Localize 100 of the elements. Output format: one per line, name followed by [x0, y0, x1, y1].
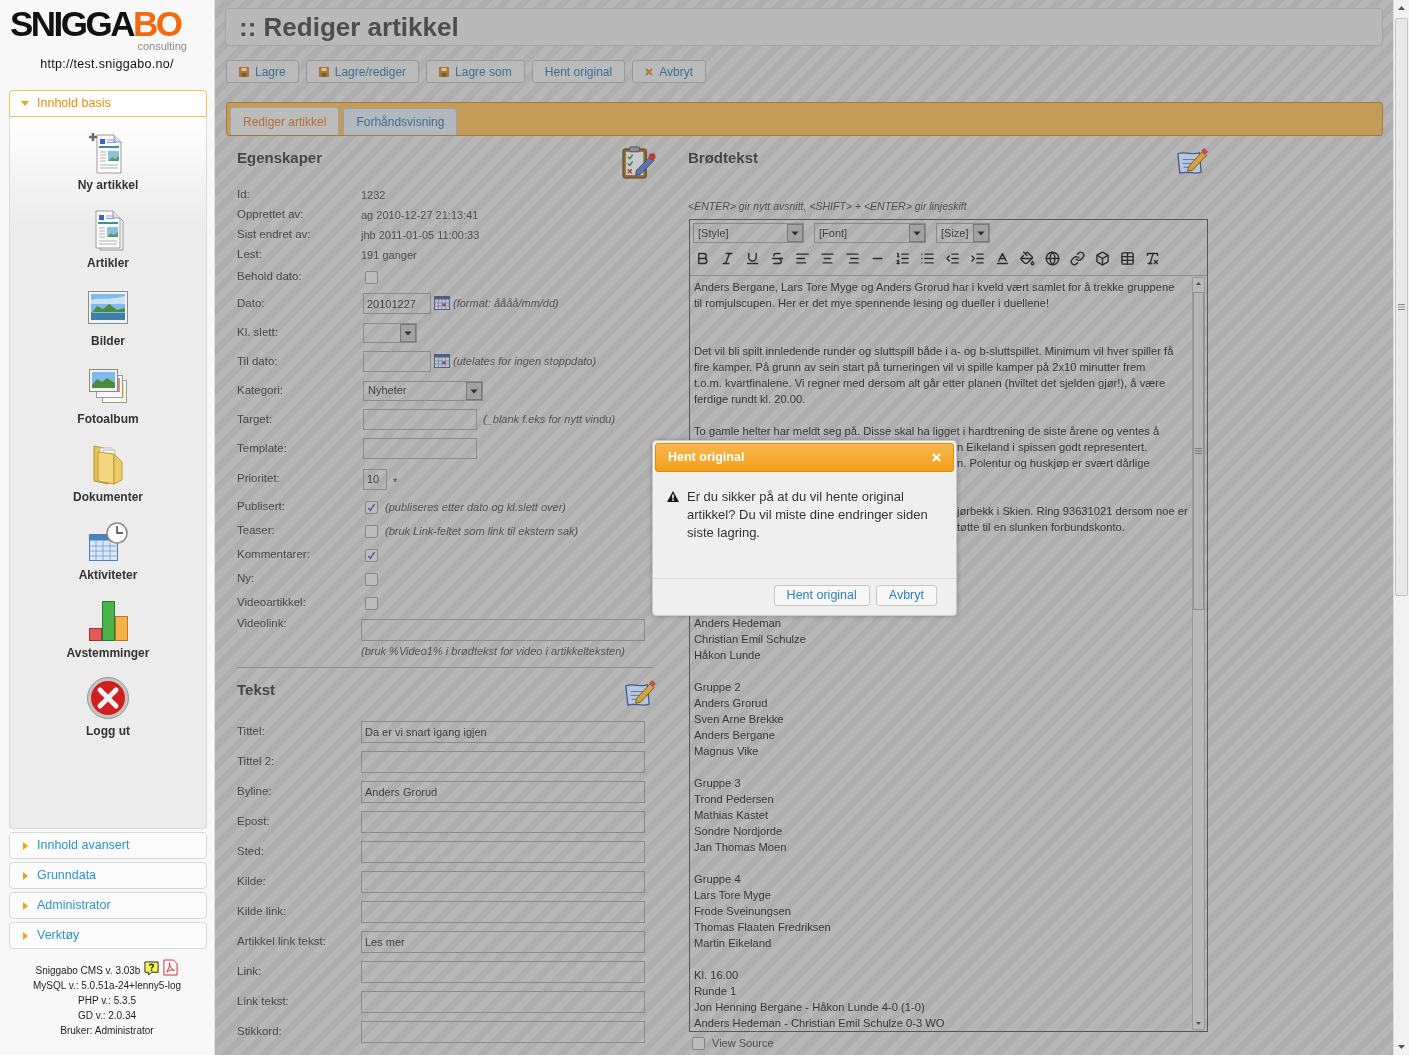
- body-paragraph: To gamle helter har meldt seg på. Disse skal ha ligget i hardtrening de siste årene og ventes å: [694, 424, 1161, 439]
- checkbox[interactable]: [365, 524, 378, 538]
- accordion-header[interactable]: Administrator: [9, 892, 207, 919]
- text-field[interactable]: Anders Grorud: [361, 781, 645, 803]
- indent-icon[interactable]: [970, 251, 985, 266]
- text-color-icon[interactable]: [995, 251, 1010, 266]
- text-field[interactable]: [363, 438, 477, 459]
- scrollbar-thumb[interactable]: [1193, 292, 1204, 610]
- bullet-list-icon[interactable]: [920, 251, 935, 266]
- menu-item[interactable]: Bilder: [86, 286, 130, 364]
- help-icon[interactable]: [144, 961, 160, 976]
- underline-icon[interactable]: [745, 251, 760, 266]
- globe-icon[interactable]: [1045, 251, 1060, 266]
- text-field[interactable]: [361, 619, 645, 641]
- text-field[interactable]: Da er vi snart igang igjen: [361, 721, 645, 743]
- site-url[interactable]: http://test.sniggabo.no/: [40, 56, 174, 72]
- editor-scrollbar[interactable]: [1192, 277, 1205, 1030]
- accordion-header[interactable]: Grunndata: [9, 862, 207, 889]
- action-button[interactable]: Lagre: [226, 60, 299, 83]
- action-button[interactable]: Avbryt: [632, 60, 706, 83]
- text-field[interactable]: [361, 991, 645, 1013]
- body-paragraph: jørbekk i Skien. Ring 93631021 dersom noe er tøtte til en slunken forbundskonto.: [957, 504, 1188, 535]
- font-dropdown[interactable]: [Font]: [814, 223, 926, 243]
- checkbox[interactable]: [365, 572, 378, 586]
- text-field[interactable]: [361, 901, 645, 923]
- close-icon[interactable]: [932, 453, 941, 462]
- menu-item[interactable]: Fotoalbum: [77, 364, 139, 442]
- field-hint: (_blank f.eks for nytt vindu): [483, 412, 616, 428]
- checkbox[interactable]: [365, 500, 378, 514]
- dialog-button[interactable]: Hent original: [773, 585, 870, 606]
- time-dropdown[interactable]: [363, 322, 417, 343]
- text-field[interactable]: Les mer: [361, 931, 645, 953]
- field-label: Kilde:: [237, 874, 267, 890]
- save-icon: [318, 66, 329, 77]
- accordion-header[interactable]: Innhold avansert: [9, 832, 207, 859]
- date-field[interactable]: 20101227: [363, 293, 431, 314]
- italic-icon[interactable]: [720, 251, 735, 266]
- align-right-icon[interactable]: [845, 251, 860, 266]
- body-paragraph: n Eikeland i spissen godt representert. n. Polentur og huskjøp er svært dårlige: [957, 440, 1151, 471]
- field-label: Epost:: [237, 814, 271, 830]
- editor-hint: <ENTER> gir nytt avsnitt, <SHIFT> + <ENTER> gir linjeskift: [688, 199, 968, 214]
- field-label: Opprettet av:: [237, 207, 305, 223]
- text-field[interactable]: [361, 841, 645, 863]
- numbered-list-icon[interactable]: [895, 251, 910, 266]
- cube-icon[interactable]: [1095, 251, 1110, 266]
- field-label: Publisert:: [237, 499, 286, 515]
- checkbox[interactable]: [692, 1036, 705, 1050]
- calendar-icon[interactable]: [434, 296, 450, 310]
- scrollbar-thumb[interactable]: [1395, 18, 1408, 596]
- tab[interactable]: Forhåndsvisning: [343, 108, 458, 135]
- size-dropdown[interactable]: [Size]: [936, 223, 990, 243]
- field-label: Link tekst:: [237, 994, 290, 1010]
- grip-icon: [1398, 304, 1405, 310]
- field-label: Til dato:: [237, 353, 279, 369]
- action-button[interactable]: Lagre som: [426, 60, 525, 83]
- required-mark: *: [393, 475, 398, 491]
- field-label: Tittel 2:: [237, 754, 276, 770]
- strikethrough-icon[interactable]: [770, 251, 785, 266]
- remove-format-icon[interactable]: [1145, 251, 1160, 266]
- text-field[interactable]: [361, 1021, 645, 1043]
- text-field[interactable]: [361, 751, 645, 773]
- menu-item[interactable]: Aktiviteter: [78, 520, 138, 598]
- accordion-header[interactable]: Verktøy: [9, 922, 207, 949]
- paint-bucket-icon[interactable]: [1020, 251, 1035, 266]
- menu-item[interactable]: Artikler: [86, 208, 130, 286]
- pdf-document-icon[interactable]: [163, 959, 179, 976]
- checkbox[interactable]: [365, 270, 378, 284]
- checkbox[interactable]: [365, 596, 378, 610]
- category-dropdown[interactable]: Nyheter: [363, 380, 483, 401]
- link-icon[interactable]: [1070, 251, 1085, 266]
- caret-right-icon: [23, 931, 28, 940]
- clipboard-icon[interactable]: [621, 145, 656, 180]
- calendar-icon[interactable]: [434, 354, 450, 368]
- dialog-button[interactable]: Avbryt: [875, 585, 937, 606]
- page-scrollbar[interactable]: [1393, 0, 1409, 1055]
- checkbox-label: View Source: [712, 1036, 774, 1051]
- menu-item[interactable]: Ny artikkel: [77, 130, 139, 208]
- text-field[interactable]: [361, 871, 645, 893]
- outdent-icon[interactable]: [945, 251, 960, 266]
- text-field[interactable]: [361, 961, 645, 983]
- align-left-icon[interactable]: [795, 251, 810, 266]
- action-button[interactable]: Lagre/rediger: [305, 60, 420, 83]
- field-label: Teaser:: [237, 523, 276, 539]
- field-hint: (bruk Link-feltet som link til ekstern sak): [385, 523, 579, 539]
- priority-field[interactable]: 10: [363, 468, 387, 490]
- bold-icon[interactable]: [695, 251, 710, 266]
- style-dropdown[interactable]: [Style]: [693, 223, 804, 243]
- checkbox[interactable]: [365, 548, 378, 562]
- text-field[interactable]: [361, 811, 645, 833]
- align-center-icon[interactable]: [820, 251, 835, 266]
- menu-item[interactable]: Logg ut: [86, 676, 130, 754]
- table-icon[interactable]: [1120, 251, 1135, 266]
- menu-item[interactable]: Dokumenter: [73, 442, 143, 520]
- menu-item[interactable]: Avstemminger: [66, 598, 150, 676]
- action-button[interactable]: Hent original: [531, 60, 626, 83]
- accordion-header[interactable]: Innhold basis: [9, 90, 207, 117]
- text-field[interactable]: [363, 409, 477, 430]
- field-label: Videolink:: [237, 616, 288, 631]
- body-paragraph: Gruppe 4 Lars Tore Myge Frode Sveinungsen Thomas Flaaten Fredriksen Martin Eikeland: [694, 872, 832, 951]
- date-field[interactable]: [363, 351, 431, 372]
